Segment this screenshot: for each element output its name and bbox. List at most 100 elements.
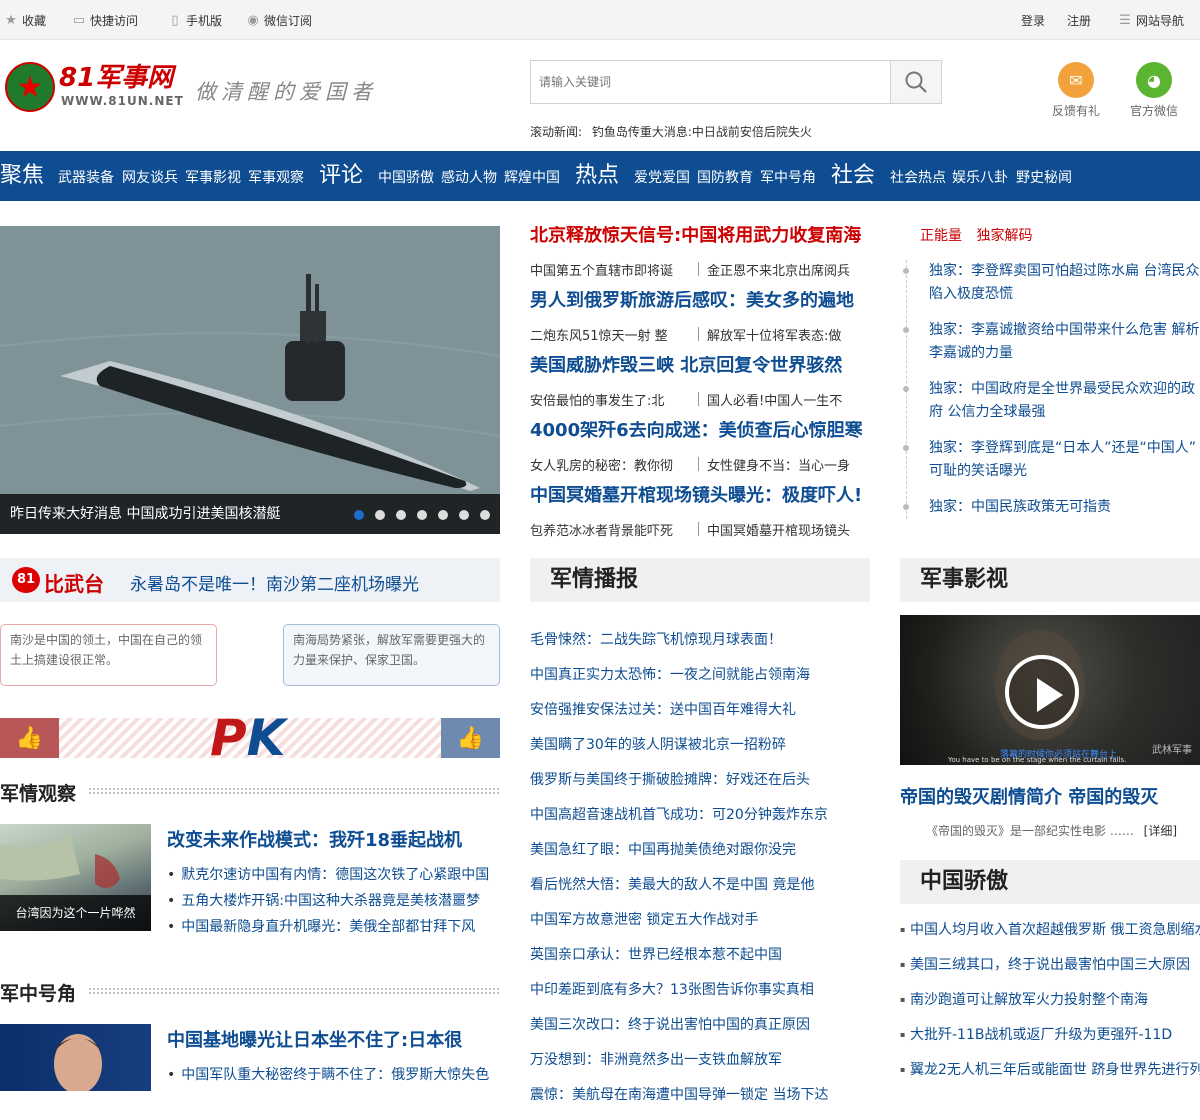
military-observation-link[interactable]: • 中国最新隐身直升机曝光：美俄全部都甘拜下风 xyxy=(167,916,475,936)
featured-slider[interactable]: 昨日传来大好消息 中国成功引进美国核潜艇 xyxy=(0,226,500,534)
headline-link[interactable]: 美国威胁炸毁三峡 北京回复令世界骇然 xyxy=(530,356,870,390)
tab-exclusive-decode[interactable]: 独家解码 xyxy=(976,228,1032,244)
nav-link[interactable]: 武器装备 xyxy=(58,170,114,186)
china-pride-item[interactable]: 美国三绒其口，终于说出最害怕中国三大原因 xyxy=(900,955,1200,990)
broadcast-item[interactable]: 美国三次改口：终于说出害怕中国的真正原因 xyxy=(530,1015,870,1050)
china-pride-item[interactable]: 南沙跑道可让解放军火力投射整个南海 xyxy=(900,990,1200,1025)
headline-sub-link[interactable]: 女性健身不当：当心一身 xyxy=(707,455,862,486)
bugle-call-link[interactable]: • 中国军队重大秘密终于瞒不住了：俄罗斯大惊失色 xyxy=(167,1064,489,1084)
headline-sub-link[interactable]: 包养范冰冰者背景能吓死 xyxy=(530,520,690,551)
exclusive-item[interactable]: 独家：李嘉诚撤资给中国带来什么危害 解析李嘉诚的力量 xyxy=(903,319,1200,365)
register-link[interactable]: 注册 xyxy=(1067,12,1091,29)
military-observation-headline[interactable]: 改变未来作战模式：我歼18垂起战机 xyxy=(167,826,462,852)
broadcast-item[interactable]: 万没想到：非洲竟然多出一支铁血解放军 xyxy=(530,1050,870,1085)
play-button-icon[interactable] xyxy=(1005,655,1079,729)
nav-link[interactable]: 爱党爱国 xyxy=(634,170,690,186)
bugle-call-thumb[interactable] xyxy=(0,1024,151,1091)
site-logo[interactable]: ★ 81军事网 WWW.81UN.NET 做清醒的爱国者 xyxy=(5,62,375,116)
nav-link[interactable]: 中国骄傲 xyxy=(378,170,434,186)
official-wechat-button[interactable]: ◕ 官方微信 xyxy=(1129,62,1179,119)
military-observation-thumb[interactable]: 台湾因为这个一片哗然 xyxy=(0,824,151,931)
headline-sub-link[interactable]: 安倍最怕的事发生了:北 xyxy=(530,390,690,421)
exclusive-item[interactable]: 独家：中国政府是全世界最受民众欢迎的政府 公信力全球最强 xyxy=(903,378,1200,424)
feedback-button[interactable]: ✉ 反馈有礼 xyxy=(1051,62,1101,119)
slider-dot[interactable] xyxy=(396,510,406,520)
site-nav-link[interactable]: ☰ 网站导航 xyxy=(1118,12,1184,29)
search-input[interactable] xyxy=(531,61,891,103)
nav-link[interactable]: 军事影视 xyxy=(185,170,241,186)
red-star-icon: ★ xyxy=(5,62,55,112)
nav-link[interactable]: 军事观察 xyxy=(248,170,304,186)
military-observation-link[interactable]: • 默克尔速访中国有内情：德国这次铁了心紧跟中国 xyxy=(167,864,489,884)
headline-sub-link[interactable]: 金正恩不来北京出席阅兵 xyxy=(707,260,862,291)
nav-link[interactable]: 辉煌中国 xyxy=(504,170,560,186)
video-detail-link[interactable]: [详细] xyxy=(1144,824,1177,838)
china-pride-item[interactable]: 翼龙2无人机三年后或能面世 跻身世界先进行列 xyxy=(900,1060,1200,1095)
nav-link[interactable]: 军中号角 xyxy=(760,170,816,186)
mobile-link[interactable]: ▯ 手机版 xyxy=(168,12,222,29)
right-view-bubble: 南海局势紧张，解放军需要更强大的力量来保护、保家卫国。 xyxy=(283,624,500,686)
thumbs-up-left-button[interactable]: 👍 xyxy=(0,718,59,758)
slider-dot[interactable] xyxy=(375,510,385,520)
headline-sub-link[interactable]: 女人乳房的秘密：教你彻 xyxy=(530,455,690,486)
headline-sub-link[interactable]: 解放军十位将军表态:做 xyxy=(707,325,862,356)
wechat-sub-link[interactable]: ◉ 微信订阅 xyxy=(246,12,312,29)
exclusive-item[interactable]: 独家：李登辉到底是“日本人”还是“中国人” 可耻的笑话曝光 xyxy=(903,437,1200,483)
nav-link[interactable]: 社会热点 xyxy=(890,170,946,186)
scroll-news-link[interactable]: 钓鱼岛传重大消息:中日战前安倍后院失火 xyxy=(592,125,812,139)
pk-section-title: 比武台 xyxy=(44,572,104,596)
nav-link[interactable]: 感动人物 xyxy=(441,170,497,186)
military-observation-title: 军情观察 xyxy=(0,783,77,805)
slider-dot[interactable] xyxy=(480,510,490,520)
thumbs-up-right-button[interactable]: 👍 xyxy=(441,718,500,758)
broadcast-item[interactable]: 毛骨悚然：二战失踪飞机惊现月球表面！ xyxy=(530,630,870,665)
nav-link[interactable]: 网友谈兵 xyxy=(122,170,178,186)
broadcast-item[interactable]: 中印差距到底有多大？13张图告诉你事实真相 xyxy=(530,980,870,1015)
video-title-link[interactable]: 帝国的毁灭剧情简介 帝国的毁灭 xyxy=(900,783,1158,809)
military-observation-link[interactable]: • 五角大楼炸开锅:中国这种大杀器竟是美核潜噩梦 xyxy=(167,890,480,910)
slider-dot[interactable] xyxy=(354,510,364,520)
nav-link[interactable]: 野史秘闻 xyxy=(1016,170,1072,186)
slider-dot[interactable] xyxy=(459,510,469,520)
headline-sub-link[interactable]: 中国冥婚墓开棺现场镜头 xyxy=(707,520,862,551)
broadcast-item[interactable]: 看后恍然大悟：美最大的敌人不是中国 竟是他 xyxy=(530,875,870,910)
china-pride-item[interactable]: 大批歼-11B战机或返厂升级为更强歼-11D xyxy=(900,1025,1200,1060)
login-link[interactable]: 登录 xyxy=(1021,12,1045,29)
headline-link[interactable]: 4000架歼6去向成迷：美侦查后心惊胆寒 xyxy=(530,421,870,455)
headline-link[interactable]: 中国冥婚墓开棺现场镜头曝光：极度吓人! xyxy=(530,486,870,520)
main-nav: 聚焦 武器装备 网友谈兵 军事影视 军事观察 评论 中国骄傲 感动人物 辉煌中国… xyxy=(0,151,1200,201)
broadcast-item[interactable]: 美国瞒了30年的骇人阴谋被北京一招粉碎 xyxy=(530,735,870,770)
quick-access-link[interactable]: ▭ 快捷访问 xyxy=(72,12,138,29)
broadcast-item[interactable]: 美国急红了眼：中国再抛美债绝对跟你没完 xyxy=(530,840,870,875)
china-pride-item[interactable]: 中国人均月收入首次超越俄罗斯 俄工资急剧缩水 xyxy=(900,920,1200,955)
nav-section-hot[interactable]: 热点 xyxy=(575,163,619,189)
search-button[interactable] xyxy=(890,61,941,103)
broadcast-item[interactable]: 中国真正实力太恐怖：一夜之间就能占领南海 xyxy=(530,665,870,700)
tab-positive-energy[interactable]: 正能量 xyxy=(920,228,962,244)
nav-section-comment[interactable]: 评论 xyxy=(319,163,363,189)
broadcast-item[interactable]: 中国军方故意泄密 锁定五大作战对手 xyxy=(530,910,870,945)
broadcast-item[interactable]: 俄罗斯与美国终于撕破脸摊牌：好戏还在后头 xyxy=(530,770,870,805)
bugle-call-headline[interactable]: 中国基地曝光让日本坐不住了:日本很 xyxy=(167,1026,462,1052)
slider-dot[interactable] xyxy=(417,510,427,520)
broadcast-item[interactable]: 震惊：美航母在南海遭中国导弹一锁定 当场下达 xyxy=(530,1085,870,1120)
video-player[interactable]: 落幕的时候你必须站在舞台上 You have to be on the stag… xyxy=(900,615,1200,765)
exclusive-item[interactable]: 独家：中国民族政策无可指责 xyxy=(903,496,1200,519)
exclusive-item[interactable]: 独家：李登辉卖国可怕超过陈水扁 台湾民众陷入极度恐慌 xyxy=(903,260,1200,306)
broadcast-item[interactable]: 安倍强推安保法过关：送中国百年难得大礼 xyxy=(530,700,870,735)
broadcast-item[interactable]: 中国高超音速战机首飞成功：可20分钟轰炸东京 xyxy=(530,805,870,840)
slider-dot[interactable] xyxy=(438,510,448,520)
broadcast-item[interactable]: 英国亲口承认：世界已经根本惹不起中国 xyxy=(530,945,870,980)
nav-link[interactable]: 国防教育 xyxy=(697,170,753,186)
pk-headline-link[interactable]: 永暑岛不是唯一！南沙第二座机场曝光 xyxy=(130,570,419,595)
headline-sub-link[interactable]: 国人必看!中国人一生不 xyxy=(707,390,862,421)
favorite-link[interactable]: ★ 收藏 xyxy=(4,12,46,29)
headline-sub-link[interactable]: 二炮东风51惊天一射 整 xyxy=(530,325,690,356)
favorite-label: 收藏 xyxy=(22,14,47,28)
headline-link[interactable]: 男人到俄罗斯旅游后感叹：美女多的遍地 xyxy=(530,291,870,325)
headline-link[interactable]: 北京释放惊天信号:中国将用武力收复南海 xyxy=(530,226,870,260)
nav-section-focus[interactable]: 聚焦 xyxy=(0,163,44,189)
nav-section-society[interactable]: 社会 xyxy=(831,163,875,189)
headline-sub-link[interactable]: 中国第五个直辖市即将诞 xyxy=(530,260,690,291)
nav-link[interactable]: 娱乐八卦 xyxy=(952,170,1008,186)
